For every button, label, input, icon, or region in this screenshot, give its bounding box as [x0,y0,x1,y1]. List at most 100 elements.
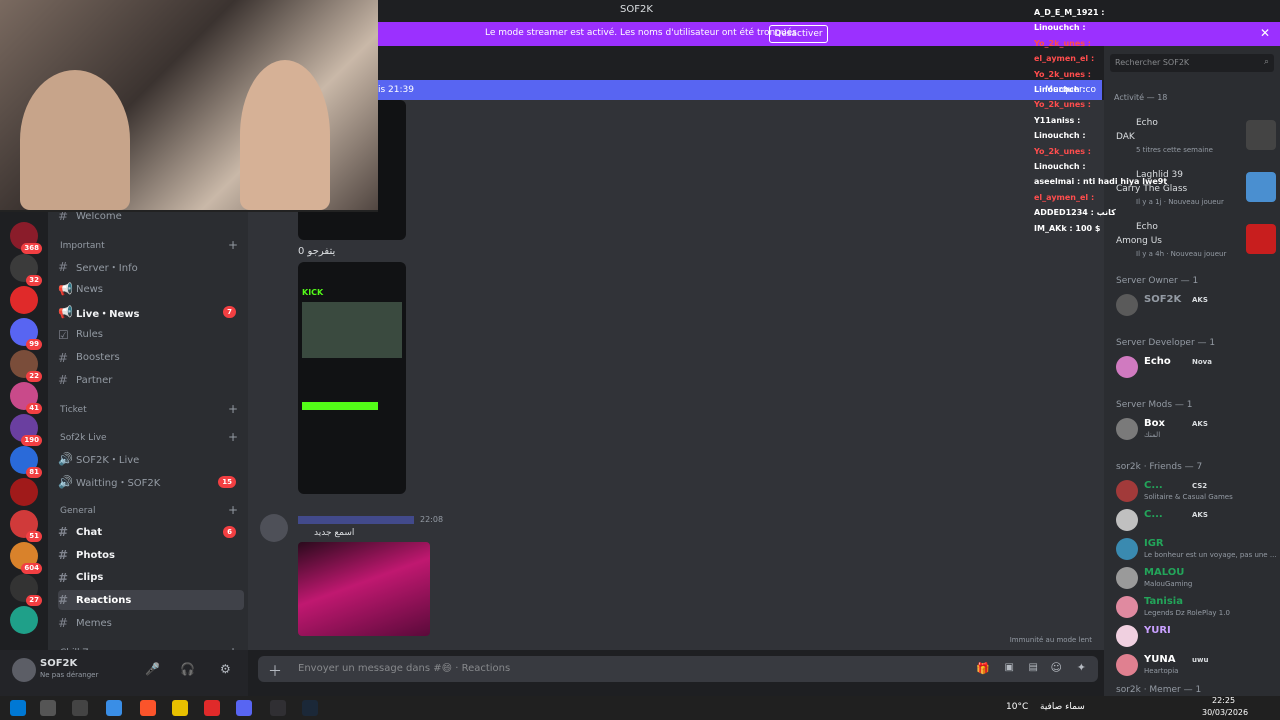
mention-badge: 15 [218,475,236,488]
channel-reactions[interactable]: # Reactions [58,590,244,611]
channel-rules[interactable]: ☑ Rules [58,325,244,345]
server-icon[interactable] [10,606,38,634]
text-channel-icon: # [58,548,69,562]
add-channel-icon[interactable]: + [228,430,238,444]
brave-icon[interactable] [140,700,156,716]
server-icon[interactable]: 190 [10,414,42,446]
server-icon[interactable]: 22 [10,350,42,382]
avatar [1116,654,1138,676]
member-row[interactable]: IGR Le bonheur est un voyage, pas une ... [1112,534,1278,564]
add-channel-icon[interactable]: + [228,503,238,517]
steam-icon[interactable] [302,700,318,716]
sticker-icon[interactable]: ▤ [1029,662,1038,673]
member-tag: Nova [1192,358,1212,366]
redacted-username[interactable] [298,516,414,524]
clock-time[interactable]: 22:25 [1212,696,1235,705]
game-icon [1246,172,1276,202]
guest-face [240,60,330,210]
emoji-icon[interactable]: ☺ [1051,661,1062,674]
clock-date[interactable]: 30/03/2026 [1202,708,1248,717]
member-name: C... [1144,480,1163,491]
new-messages-bar[interactable]: is 21:39 Marquer co [378,80,1102,100]
channel-news[interactable]: 📢 News [58,279,244,299]
channel-sof2k-live[interactable]: 🔊 SOF2K・Live [58,449,244,469]
search-icon[interactable] [40,700,56,716]
text-channel-icon: # [58,373,69,388]
category-header[interactable]: Important [60,241,105,251]
server-icon[interactable] [10,478,38,506]
member-group-label: sor2k · Friends — 7 [1116,462,1203,472]
voice-channel-icon: 🔊 [58,451,73,466]
member-row[interactable]: SOF2K AKS [1112,290,1278,320]
message-composer[interactable]: ＋ Envoyer un message dans #😄 · Reactions… [258,656,1098,682]
channel-clips[interactable]: # Clips [58,568,244,588]
add-channel-icon[interactable]: + [228,238,238,252]
weather-text[interactable]: سماء صافية [1040,702,1085,712]
headset-icon[interactable]: 🎧 [180,662,195,676]
channel-label: Chat [76,526,102,538]
channel-waitting-sof2k[interactable]: 🔊 Waitting・SOF2K 15 [58,472,244,492]
discord-icon[interactable] [236,700,252,716]
mic-icon[interactable]: 🎤 [145,662,160,676]
member-row[interactable]: Box AKS المنك [1112,414,1278,444]
windows-start-icon[interactable] [10,700,26,716]
category-header[interactable]: Ticket [60,405,87,415]
add-channel-icon[interactable]: + [228,402,238,416]
member-row[interactable]: C... CS2 Solitaire & Casual Games [1112,476,1278,506]
channel-boosters[interactable]: # Boosters [58,348,244,368]
announce-channel-icon: 📢 [58,305,73,320]
member-name: SOF2K [1144,294,1182,305]
member-row[interactable]: Tanisia Legends Dz RolePlay 1.0 [1112,592,1278,622]
member-row[interactable]: YUNA uwu Heartopia [1112,650,1278,680]
gif-icon[interactable]: ▣ [1005,662,1014,673]
server-icon[interactable]: 99 [10,318,42,350]
member-row[interactable]: Echo Nova [1112,352,1278,382]
channel-memes[interactable]: # Memes [58,613,244,633]
member-row[interactable]: YURI [1112,621,1278,651]
gift-icon[interactable]: 🎁 [976,662,990,675]
close-icon[interactable]: ✕ [1260,26,1270,40]
app-w-icon[interactable] [204,700,220,716]
browser-icon[interactable] [172,700,188,716]
member-row[interactable]: MALOU MalouGaming [1112,563,1278,593]
category-header[interactable]: General [60,506,95,516]
add-attachment-icon[interactable]: ＋ [268,661,282,681]
server-icon[interactable]: 27 [10,574,42,606]
channel-server-info[interactable]: # Server・Info [58,257,244,277]
member-group-label: Server Owner — 1 [1116,276,1199,286]
channel-partner[interactable]: # Partner [58,370,244,390]
server-icon[interactable]: 51 [10,510,42,542]
channel-live-news[interactable]: 📢 Live・News 7 [58,302,244,322]
server-icon[interactable] [10,286,38,314]
apps-icon[interactable]: ✦ [1077,661,1086,674]
server-icon[interactable]: 81 [10,446,42,478]
rules-channel-icon: ☑ [58,327,69,342]
channel-label: Boosters [76,352,120,363]
overlay-chat-line: Linouchch : [1034,131,1086,141]
kick-screenshot-attachment[interactable]: KICK [298,262,406,494]
disable-streamer-button[interactable]: Désactiver [769,25,828,43]
category-header[interactable]: Sof2k Live [60,433,107,443]
weather-temp[interactable]: 10°C [1006,702,1028,712]
image-attachment[interactable] [298,542,430,636]
channel-label: Welcome [76,210,122,222]
user-panel: SOF2K Ne pas déranger 🎤 🎧 ⚙ [0,650,248,696]
settings-gear-icon[interactable]: ⚙ [220,662,231,676]
server-icon[interactable]: 32 [10,254,42,286]
member-row[interactable]: C... AKS [1112,505,1278,535]
channel-photos[interactable]: # Photos [58,545,244,565]
channel-label: Partner [76,374,113,386]
avatar [1116,294,1138,316]
member-name: IGR [1144,538,1164,549]
server-icon[interactable]: 604 [10,542,42,574]
server-icon[interactable]: 41 [10,382,42,414]
obs-icon[interactable] [270,700,286,716]
task-view-icon[interactable] [72,700,88,716]
avatar[interactable] [12,658,36,682]
channel-chat[interactable]: # Chat 6 [58,522,244,542]
username[interactable]: SOF2K [40,658,77,669]
avatar[interactable] [260,514,288,542]
store-icon[interactable] [106,700,122,716]
message-input[interactable]: Envoyer un message dans #😄 · Reactions [298,663,510,674]
server-icon[interactable]: 368 [10,222,42,254]
